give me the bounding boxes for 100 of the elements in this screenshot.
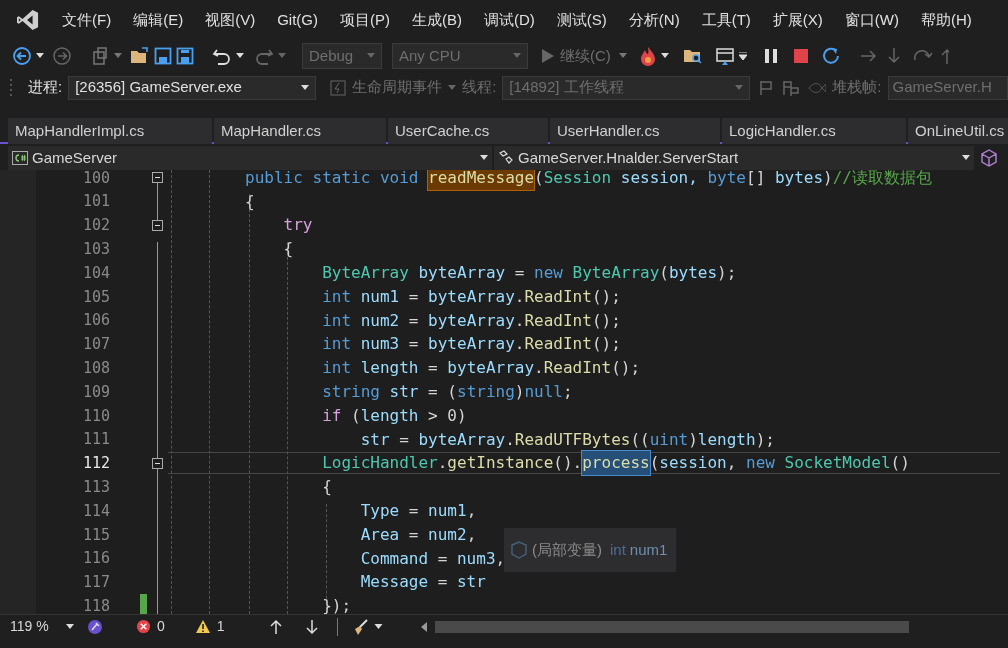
collapse-toggle[interactable] <box>152 220 163 231</box>
grip-icon[interactable] <box>10 77 14 98</box>
caret-icon[interactable] <box>962 155 970 161</box>
error-icon[interactable] <box>136 619 151 634</box>
line-number: 106 <box>81 310 110 332</box>
forward-icon[interactable] <box>52 46 72 66</box>
code-line: Area = num2, <box>359 523 477 546</box>
up-arrow-icon[interactable] <box>268 618 283 635</box>
menu-item[interactable]: 测试(S) <box>545 4 618 36</box>
collapse-toggle[interactable] <box>152 457 163 469</box>
flags-icon[interactable] <box>782 78 801 97</box>
scroll-left-icon[interactable] <box>420 621 427 632</box>
back-icon[interactable] <box>12 46 32 66</box>
quick-info-tooltip: (局部变量) int num1 <box>504 528 676 572</box>
step-arrows-icon[interactable] <box>858 46 949 66</box>
line-number: 100 <box>81 170 110 189</box>
menu-item[interactable]: 调试(D) <box>473 4 546 36</box>
caret-icon[interactable] <box>236 53 244 59</box>
menu-item[interactable]: 编辑(E) <box>122 4 195 36</box>
file-tab[interactable]: OnLineUtil.cs <box>908 118 1008 144</box>
file-tab[interactable]: UserHandler.cs <box>550 118 720 144</box>
method-icon <box>498 150 514 166</box>
code-line: LogicHandler.getInstance().process(session, new SocketModel() <box>168 452 1000 475</box>
caret-icon[interactable] <box>738 52 747 60</box>
caret-icon[interactable] <box>301 84 310 91</box>
line-number: 110 <box>81 405 110 427</box>
line-number: 118 <box>81 596 110 614</box>
code-line: str = byteArray.ReadUTFBytes((uint)length); <box>359 428 775 451</box>
stop-icon[interactable] <box>792 48 809 64</box>
file-tab[interactable]: UserCache.cs <box>388 118 548 144</box>
caret-icon[interactable] <box>36 53 44 59</box>
code-line: if (length > 0) <box>321 404 467 427</box>
process-dropdown[interactable]: [26356] GameServer.exe <box>68 75 317 100</box>
new-project-icon[interactable] <box>90 46 110 66</box>
line-number: 101 <box>81 191 110 213</box>
line-number: 103 <box>81 239 110 261</box>
caret-icon[interactable] <box>66 623 74 630</box>
warning-icon[interactable] <box>194 619 211 634</box>
caret-icon[interactable] <box>480 155 488 161</box>
code-line: try <box>282 214 313 237</box>
code-line: { <box>282 238 294 261</box>
undo-icon[interactable] <box>212 47 232 65</box>
menu-item[interactable]: 窗口(W) <box>833 4 910 36</box>
menu-item[interactable]: 工具(T) <box>690 4 762 36</box>
code-line: int num3 = byteArray.ReadInt(); <box>321 333 621 356</box>
caret-icon[interactable] <box>373 623 383 630</box>
line-number: 115 <box>81 524 110 546</box>
line-number: 108 <box>81 358 110 379</box>
cube-icon[interactable] <box>980 149 998 167</box>
code-line: { <box>321 476 332 499</box>
line-number: 117 <box>81 572 110 594</box>
code-line: int num1 = byteArray.ReadInt(); <box>321 285 621 308</box>
code-line: Command = num3, <box>359 547 506 570</box>
menu-item[interactable]: 项目(P) <box>329 4 401 36</box>
process-label: 进程: <box>28 77 63 98</box>
line-number: 111 <box>81 429 110 451</box>
warning-count: 1 <box>216 617 225 636</box>
thread-label: 线程: <box>462 77 497 98</box>
line-number: 102 <box>81 215 110 237</box>
brush-icon[interactable] <box>86 617 104 636</box>
project-dropdown[interactable]: GameServer <box>8 146 492 170</box>
code-line: ByteArray byteArray = new ByteArray(bytes); <box>321 262 737 285</box>
menu-item[interactable]: 帮助(H) <box>909 4 983 36</box>
menu-item[interactable]: 扩展(X) <box>761 4 834 36</box>
redo-icon[interactable] <box>254 47 274 65</box>
member-dropdown[interactable]: GameServer.Hnalder.ServerStart <box>494 146 974 170</box>
file-tab[interactable]: MapHandler.cs <box>214 118 386 144</box>
folder-search-icon[interactable] <box>682 47 703 65</box>
file-tab[interactable]: MapHandlerImpl.cs <box>8 118 212 144</box>
code-line: string str = (string)null; <box>321 381 573 404</box>
caret-icon[interactable] <box>660 53 669 59</box>
code-line: }); <box>321 595 352 614</box>
menu-item[interactable]: 生成(B) <box>401 4 473 36</box>
code-line: Message = str <box>359 571 486 594</box>
horizontal-scrollbar[interactable] <box>434 620 909 633</box>
window-layout-icon[interactable] <box>714 46 735 66</box>
code-line: Type = num1, <box>359 500 477 523</box>
flame-icon[interactable] <box>638 46 657 66</box>
line-number: 105 <box>81 286 110 308</box>
error-count: 0 <box>157 617 165 636</box>
open-folder-icon[interactable] <box>130 47 150 65</box>
pause-icon[interactable] <box>762 48 779 64</box>
code-line: int length = byteArray.ReadInt(); <box>321 357 641 380</box>
save-icon[interactable] <box>154 47 172 65</box>
down-arrow-icon[interactable] <box>304 618 319 635</box>
line-number: 109 <box>81 381 110 403</box>
menu-item[interactable]: 分析(N) <box>617 4 691 36</box>
menu-item[interactable]: 视图(V) <box>194 4 267 36</box>
zoom-dropdown[interactable]: 119 % <box>6 615 78 638</box>
code-line: public static void readMessage(Session session, byte[] bytes)//读取数据包 <box>168 170 932 189</box>
menu-item[interactable]: Git(G) <box>266 4 329 36</box>
collapse-toggle[interactable] <box>152 172 163 184</box>
restart-icon[interactable] <box>820 46 841 66</box>
line-number: 116 <box>81 548 110 570</box>
menu-item[interactable]: 文件(F) <box>51 4 123 36</box>
save-all-icon[interactable] <box>176 47 194 65</box>
file-tab[interactable]: LogicHandler.cs <box>722 118 906 144</box>
logo-icon[interactable] <box>17 9 39 31</box>
line-number: 114 <box>81 500 110 522</box>
stack-frame-label: 堆栈帧: <box>832 77 882 98</box>
